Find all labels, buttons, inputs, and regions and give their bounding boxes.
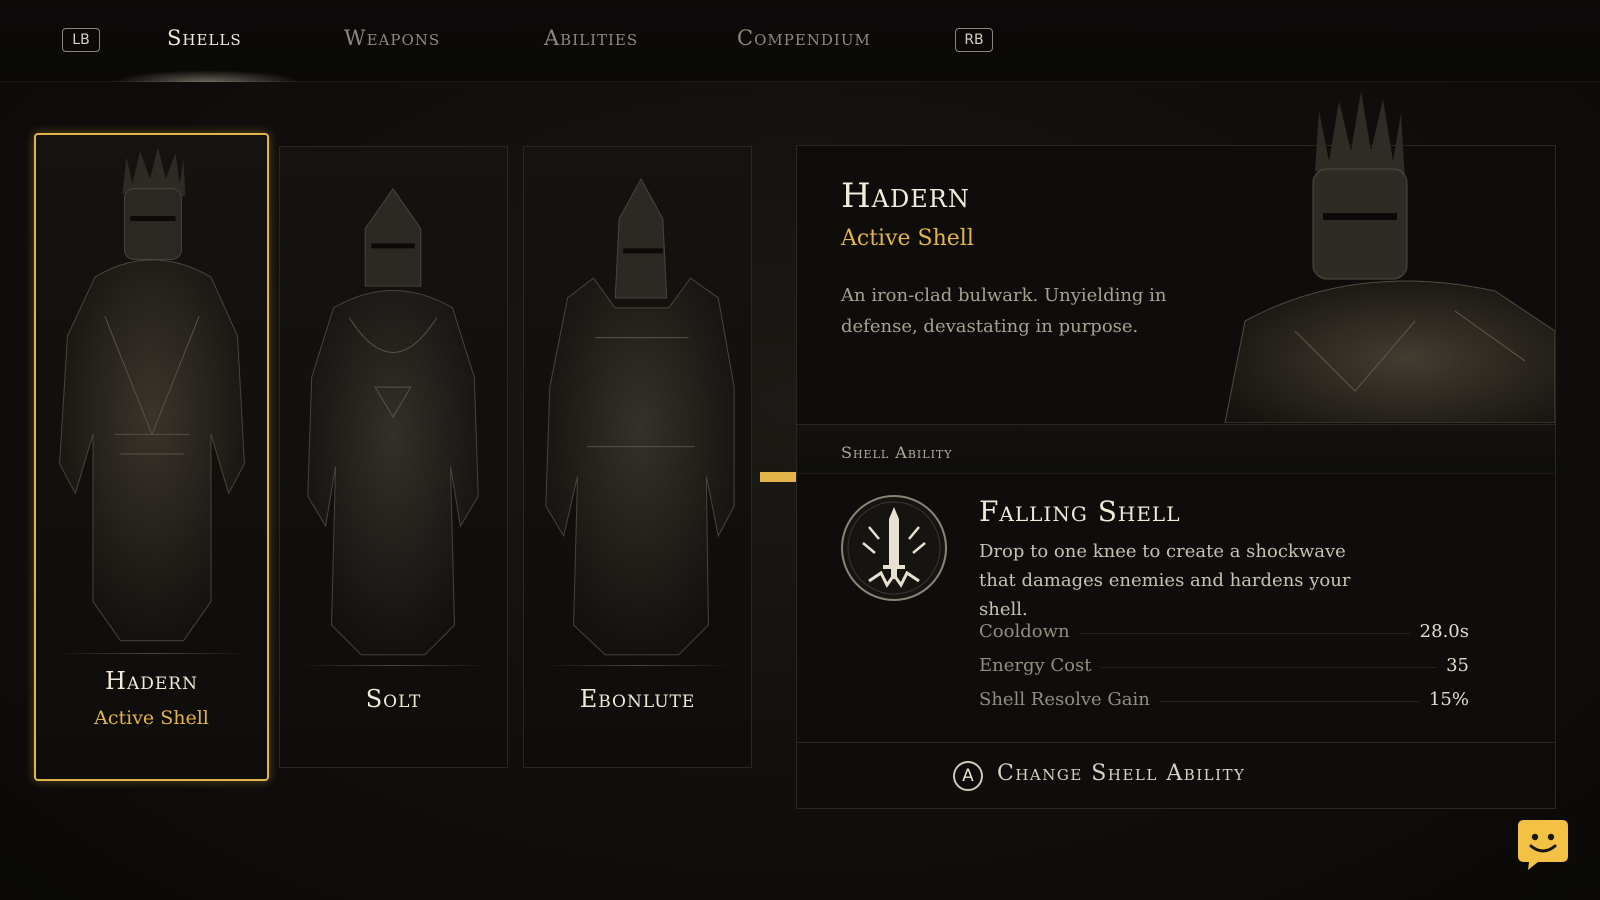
active-tab-indicator — [112, 70, 302, 82]
stat-value: 28.0s — [1409, 621, 1469, 642]
shell-name: Solt — [365, 685, 422, 713]
change-shell-ability-button[interactable]: A Change Shell Ability — [797, 742, 1555, 808]
stat-shell-resolve-gain: Shell Resolve Gain 15% — [979, 689, 1469, 713]
chat-bubble-icon[interactable] — [1516, 818, 1570, 872]
detail-shell-description: An iron-clad bulwark. Unyielding in defe… — [841, 285, 1167, 337]
stat-label: Energy Cost — [979, 655, 1102, 676]
sword-shockwave-icon — [841, 495, 947, 601]
shell-ability-section: Shell Ability Falling Shell Drop to one … — [797, 424, 1555, 742]
top-nav-bar: LB Shells Weapons Abilities Compendium R… — [0, 0, 1600, 82]
stat-label: Cooldown — [979, 621, 1080, 642]
tab-shells[interactable]: Shells — [167, 26, 242, 50]
change-shell-ability-label: Change Shell Ability — [997, 761, 1246, 786]
stat-value: 15% — [1418, 689, 1469, 710]
shell-detail-panel: Hadern Active Shell An iron-clad bulwark… — [796, 91, 1556, 809]
hadern-portrait — [1224, 91, 1555, 423]
shell-card-solt[interactable]: Solt — [279, 146, 508, 768]
card-divider — [298, 665, 489, 666]
ability-name: Falling Shell — [979, 495, 1181, 528]
ebonlute-armor-figure — [545, 177, 735, 656]
detail-shell-status: Active Shell — [841, 226, 974, 251]
section-label: Shell Ability — [841, 443, 953, 462]
ability-description: Drop to one knee to create a shockwave t… — [979, 541, 1351, 620]
hadern-armor-figure — [59, 147, 245, 642]
stat-energy-cost: Energy Cost 35 — [979, 655, 1469, 679]
card-divider — [542, 665, 733, 666]
shell-card-hadern[interactable]: Hadern Active Shell — [34, 133, 269, 781]
tab-compendium[interactable]: Compendium — [737, 26, 871, 50]
tab-weapons[interactable]: Weapons — [344, 26, 440, 50]
section-divider — [797, 473, 1555, 474]
lb-bumper-button[interactable]: LB — [62, 28, 100, 52]
rb-bumper-button[interactable]: RB — [955, 28, 993, 52]
a-button-glyph: A — [953, 761, 983, 791]
shell-status: Active Shell — [94, 707, 209, 729]
stat-value: 35 — [1436, 655, 1469, 676]
shell-name: Hadern — [105, 667, 198, 695]
card-divider — [54, 653, 249, 654]
solt-armor-figure — [307, 188, 479, 656]
stat-label: Shell Resolve Gain — [979, 689, 1160, 710]
tab-abilities[interactable]: Abilities — [544, 26, 638, 50]
stat-cooldown: Cooldown 28.0s — [979, 621, 1469, 645]
shell-card-ebonlute[interactable]: Ebonlute — [523, 146, 752, 768]
shell-name: Ebonlute — [579, 685, 696, 713]
detail-shell-name: Hadern — [841, 176, 970, 216]
